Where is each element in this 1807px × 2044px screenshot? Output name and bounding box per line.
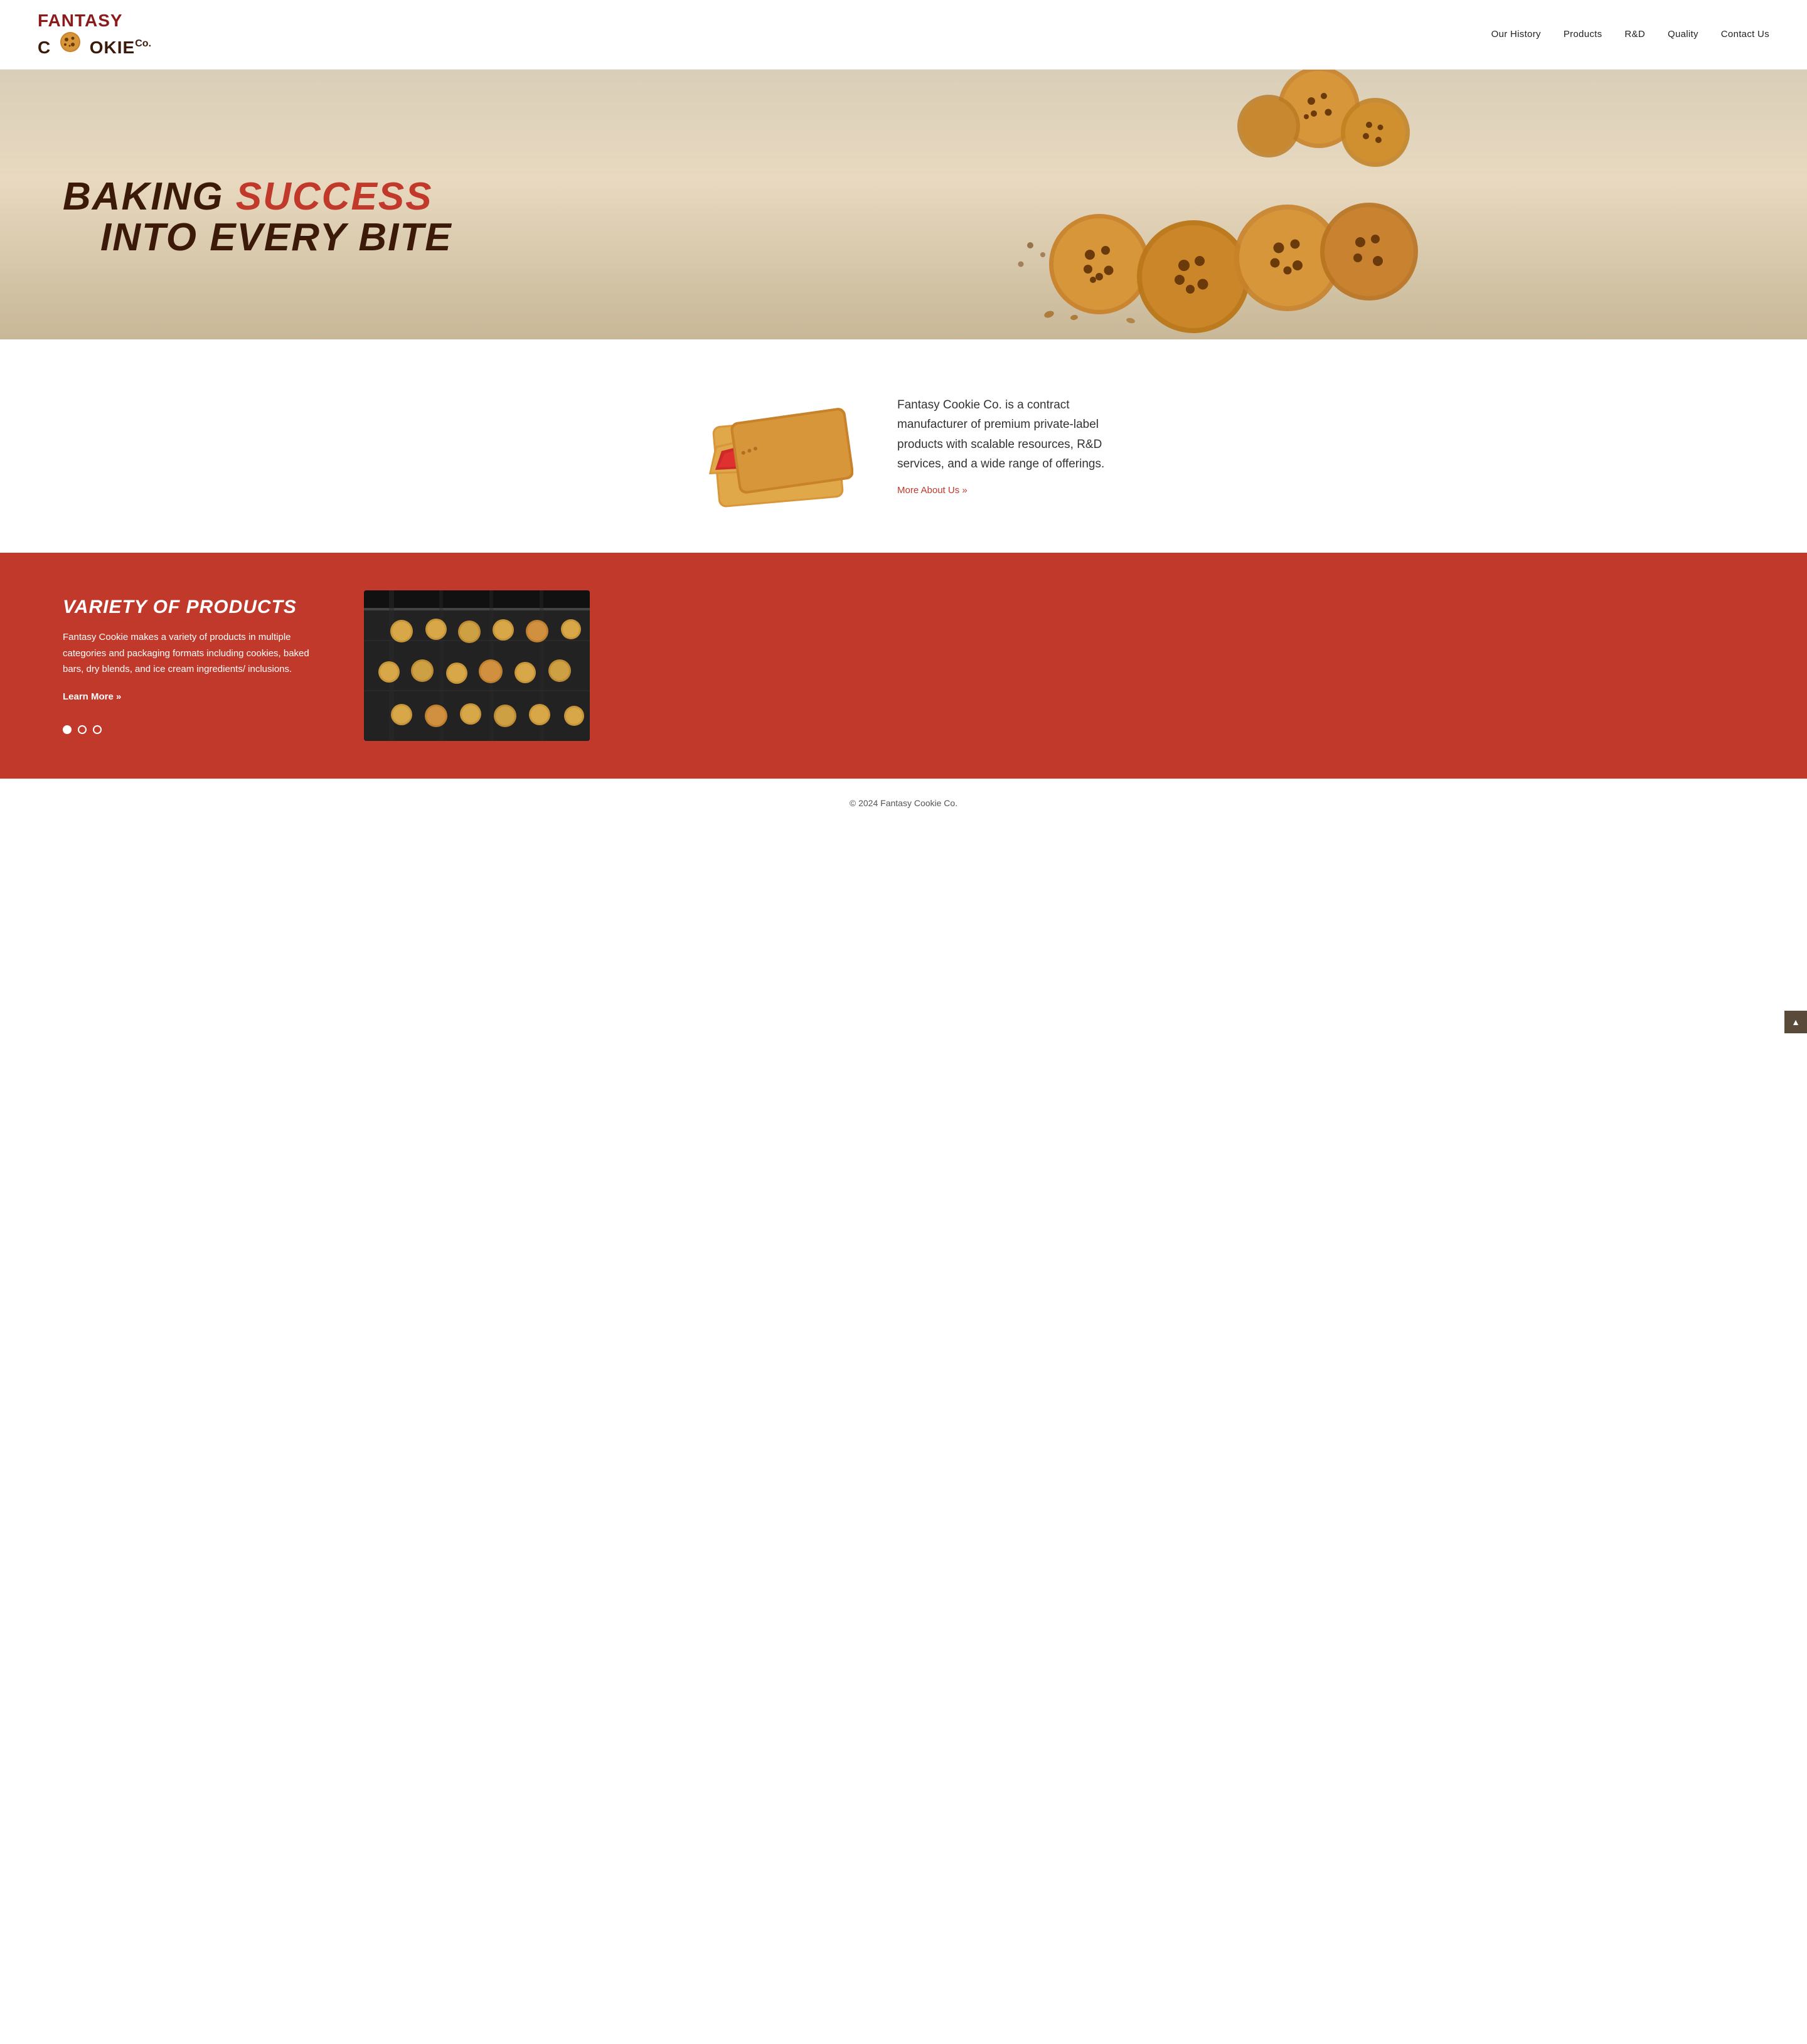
carousel-dot-2[interactable]: [78, 725, 87, 734]
footer-text: © 2024 Fantasy Cookie Co.: [850, 798, 957, 808]
hero-success-text: SUCCESS: [236, 175, 433, 218]
hero-text: BAKING SUCCESS INTO EVERY BITE: [0, 151, 452, 258]
nav-quality[interactable]: Quality: [1668, 29, 1698, 40]
nav-products[interactable]: Products: [1564, 29, 1602, 40]
about-description: Fantasy Cookie Co. is a contract manufac…: [897, 395, 1136, 474]
logo-wrapper: FANTASY C OKIE Co.: [38, 11, 151, 58]
logo-co-text: Co.: [135, 38, 151, 50]
cookie-icon: [59, 31, 82, 53]
carousel-dot-1[interactable]: [63, 725, 72, 734]
main-nav: Our History Products R&D Quality Contact…: [1491, 29, 1769, 40]
hero-section: BAKING SUCCESS INTO EVERY BITE: [0, 70, 1807, 339]
about-text-area: Fantasy Cookie Co. is a contract manufac…: [897, 395, 1136, 496]
products-section: VARIETY OF PRODUCTS Fantasy Cookie makes…: [0, 553, 1807, 779]
site-footer: © 2024 Fantasy Cookie Co.: [0, 779, 1807, 827]
hero-baking-text: BAKING: [63, 175, 236, 218]
hero-title-line1: BAKING SUCCESS: [63, 176, 452, 217]
scroll-to-top-button[interactable]: ▲: [1784, 1011, 1807, 1033]
pastry-image: [678, 383, 853, 509]
products-title: VARIETY OF PRODUCTS: [63, 597, 326, 618]
scroll-top-icon: ▲: [1791, 1017, 1800, 1027]
logo: FANTASY C OKIE Co.: [38, 11, 151, 58]
logo-cookie-text: C OKIE: [38, 31, 135, 58]
nav-rd[interactable]: R&D: [1624, 29, 1645, 40]
carousel-dot-3[interactable]: [93, 725, 102, 734]
hero-title-line2: INTO EVERY BITE: [100, 217, 452, 258]
baking-tray-svg: [364, 590, 590, 741]
site-header: FANTASY C OKIE Co.: [0, 0, 1807, 70]
learn-more-link[interactable]: Learn More »: [63, 691, 121, 702]
baking-image: [364, 590, 590, 741]
about-image-area: [671, 383, 860, 509]
products-description: Fantasy Cookie makes a variety of produc…: [63, 629, 326, 678]
logo-row-bottom: C OKIE Co.: [38, 31, 151, 58]
carousel-dots: [63, 725, 326, 734]
products-right: [364, 590, 590, 741]
logo-fantasy-text: FANTASY: [38, 11, 123, 31]
more-about-us-link[interactable]: More About Us »: [897, 485, 967, 496]
about-section: Fantasy Cookie Co. is a contract manufac…: [0, 339, 1807, 553]
logo-row-top: FANTASY: [38, 11, 123, 31]
nav-our-history[interactable]: Our History: [1491, 29, 1541, 40]
nav-contact-us[interactable]: Contact Us: [1721, 29, 1769, 40]
products-left: VARIETY OF PRODUCTS Fantasy Cookie makes…: [63, 597, 326, 734]
